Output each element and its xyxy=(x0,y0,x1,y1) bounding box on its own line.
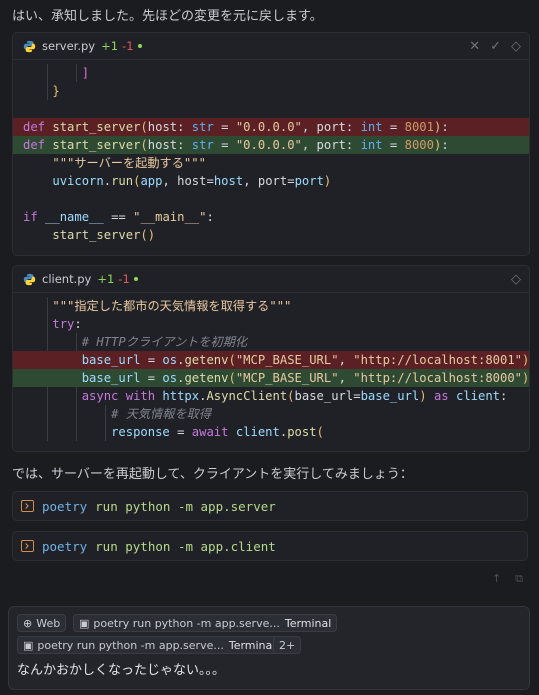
terminal-icon xyxy=(21,540,34,552)
code-diff-card-client: client.py +1 -1 ◇ """指定した都市の天気情報を取得する"""… xyxy=(12,265,530,452)
card-header: server.py +1 -1 ✕ ✓ ◇ xyxy=(13,33,529,60)
command-binary: poetry xyxy=(42,498,88,514)
code-line-added: def start_server(host: str = "0.0.0.0", … xyxy=(13,136,529,154)
chat-input-text[interactable]: なんかおかしくなったじゃない。。。 xyxy=(17,659,225,678)
code-line: """サーバーを起動する""" xyxy=(52,156,206,170)
lines-added-count: +1 xyxy=(101,39,119,53)
file-name[interactable]: server.py xyxy=(42,39,95,53)
context-chip-more[interactable]: 2+ xyxy=(273,636,302,654)
card-header: client.py +1 -1 ◇ xyxy=(13,266,529,293)
arrow-up-icon[interactable]: ↑ xyxy=(492,572,501,586)
python-file-icon xyxy=(23,273,36,285)
code-line: try: xyxy=(52,317,82,331)
code-line: async with httpx.AsyncClient(base_url=ba… xyxy=(81,389,508,403)
code-line: response = await client.post( xyxy=(111,425,324,439)
code-line: } xyxy=(52,84,60,98)
context-chip-terminal-2[interactable]: ▣ poetry run python -m app.serve... Term… xyxy=(17,636,282,654)
code-line-added: base_url = os.getenv("MCP_BASE_URL", "ht… xyxy=(13,369,529,387)
modified-dot xyxy=(133,277,138,281)
chip-command: poetry run python -m app.serve... xyxy=(93,616,280,630)
chip-label: Terminal xyxy=(228,638,276,652)
code-line: start_server() xyxy=(52,228,156,242)
assistant-message-mid: では、サーバーを再起動して、クライアントを実行してみましょう： xyxy=(12,467,413,482)
chat-input-box[interactable]: ⊕ Web ▣ poetry run python -m app.serve..… xyxy=(8,606,530,690)
python-file-icon xyxy=(23,40,36,52)
copy-icon[interactable]: ⧉ xyxy=(515,572,523,586)
code-line: uvicorn.run(app, host=host, port=port) xyxy=(52,174,332,188)
chip-label: 2+ xyxy=(279,638,296,652)
lines-removed-count: -1 xyxy=(118,272,130,286)
file-name[interactable]: client.py xyxy=(42,272,91,286)
chevron-icon[interactable]: ◇ xyxy=(511,39,521,54)
message-actions: ↑ ⧉ xyxy=(492,572,523,586)
command-args: run python -m app.client xyxy=(95,538,276,554)
command-block-server[interactable]: poetry run python -m app.server xyxy=(12,491,528,521)
chevron-icon[interactable]: ◇ xyxy=(511,272,521,287)
terminal-icon: ▣ xyxy=(79,616,90,630)
code-line: # 天気情報を取得 xyxy=(111,407,212,421)
close-icon[interactable]: ✕ xyxy=(469,39,480,54)
chip-label: Web xyxy=(36,616,61,630)
code-line-removed: base_url = os.getenv("MCP_BASE_URL", "ht… xyxy=(13,351,529,369)
command-block-client[interactable]: poetry run python -m app.client xyxy=(12,531,528,561)
assistant-message-intro: はい、承知しました。先ほどの変更を元に戻します。 xyxy=(12,9,323,24)
terminal-icon: ▣ xyxy=(23,638,34,652)
chip-command: poetry run python -m app.serve... xyxy=(37,638,224,652)
code-line: ] xyxy=(81,66,90,80)
command-binary: poetry xyxy=(42,538,88,554)
code-line: if __name__ == "__main__": xyxy=(23,210,214,224)
code-line: # HTTPクライアントを初期化 xyxy=(81,335,248,349)
lines-removed-count: -1 xyxy=(122,39,134,53)
code-block: ] } def start_server(host: str = "0.0.0.… xyxy=(13,60,529,244)
code-line-removed: def start_server(host: str = "0.0.0.0", … xyxy=(13,118,529,136)
command-args: run python -m app.server xyxy=(95,498,276,514)
terminal-icon xyxy=(21,500,34,512)
globe-icon: ⊕ xyxy=(23,616,33,630)
check-icon[interactable]: ✓ xyxy=(490,39,501,54)
chip-label: Terminal xyxy=(284,616,332,630)
context-chip-web[interactable]: ⊕ Web xyxy=(17,614,67,632)
code-line: """指定した都市の天気情報を取得する""" xyxy=(52,299,292,313)
lines-added-count: +1 xyxy=(97,272,115,286)
context-chip-terminal-1[interactable]: ▣ poetry run python -m app.serve... Term… xyxy=(73,614,338,632)
code-diff-card-server: server.py +1 -1 ✕ ✓ ◇ ] } def start_serv… xyxy=(12,32,530,256)
modified-dot xyxy=(137,44,142,48)
code-block: """指定した都市の天気情報を取得する""" try: # HTTPクライアント… xyxy=(13,293,529,441)
